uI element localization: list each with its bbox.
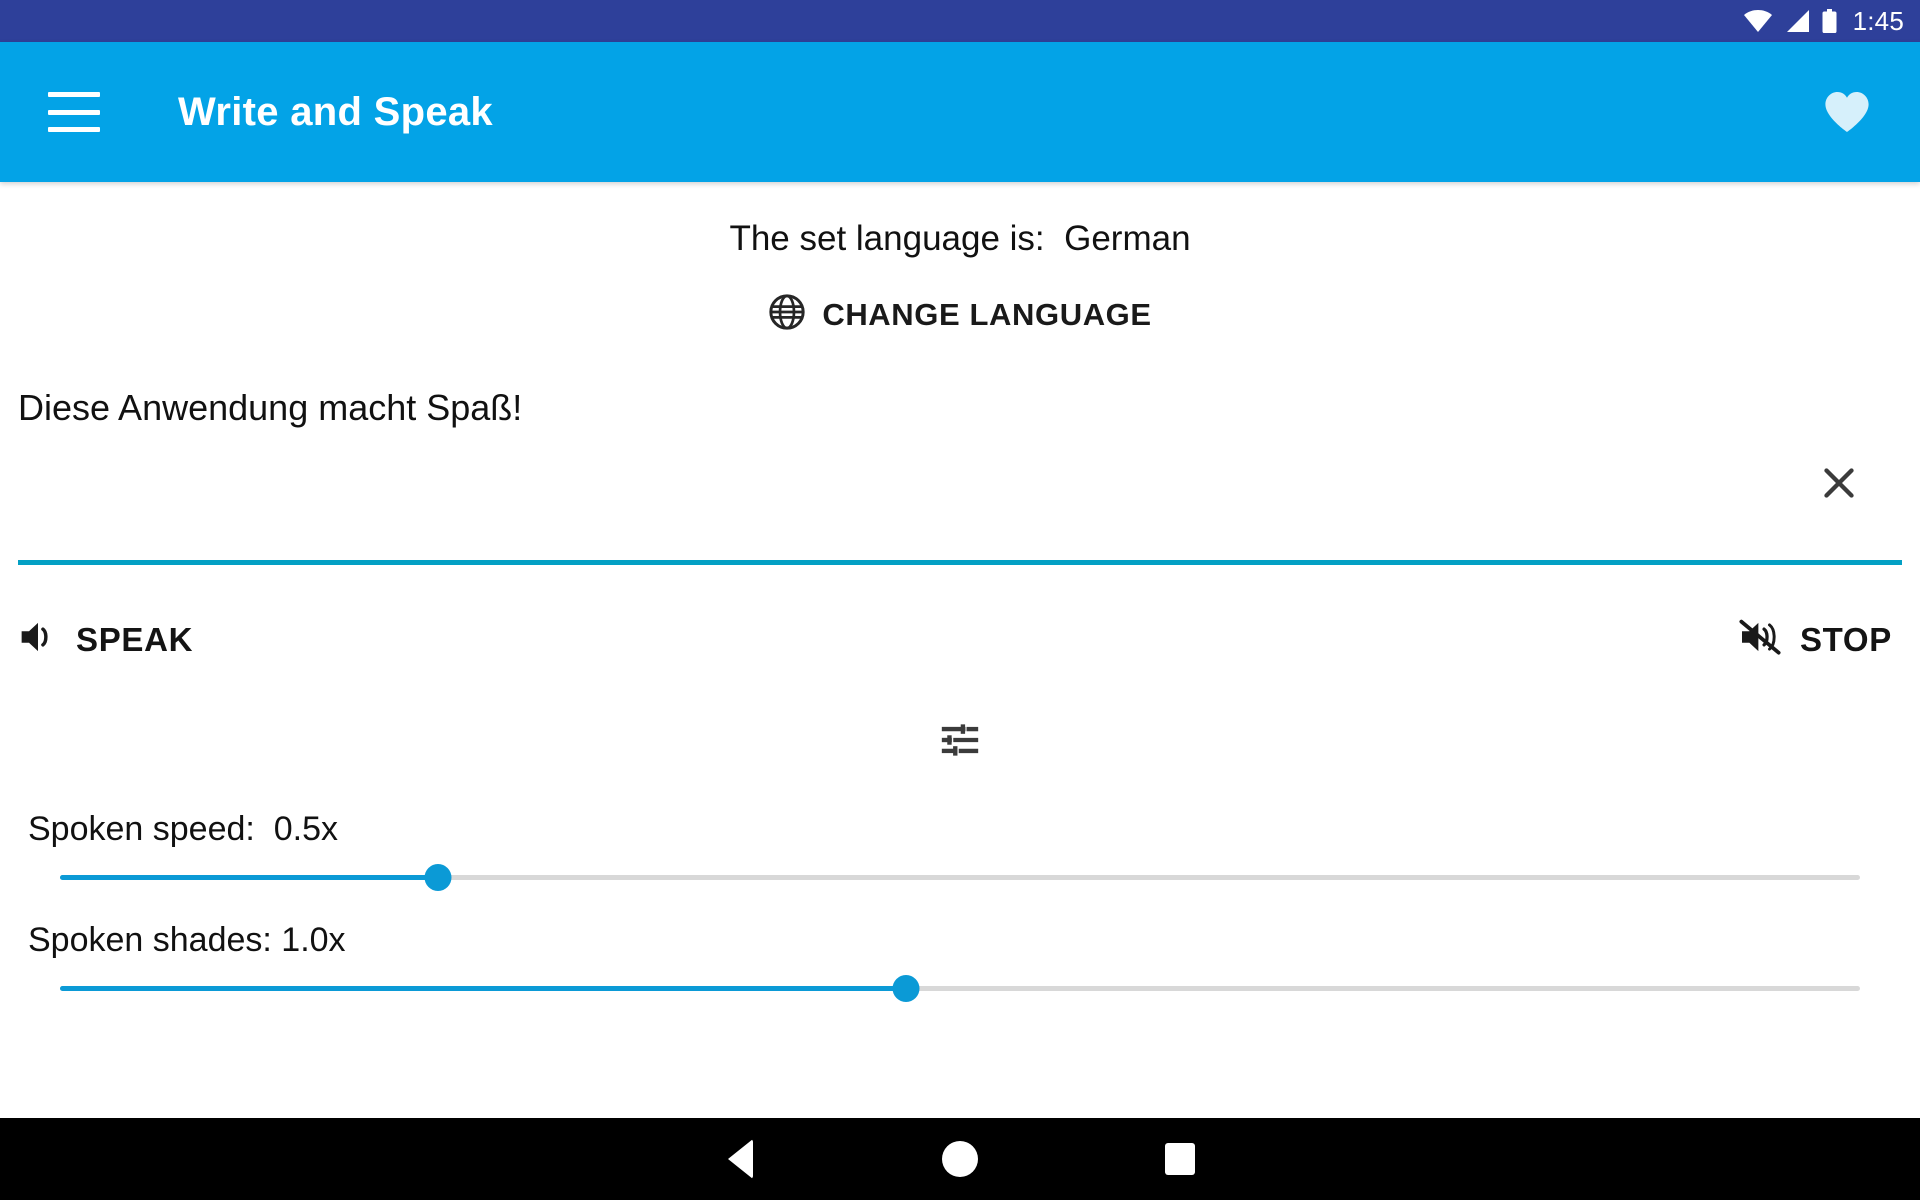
heart-icon[interactable] bbox=[1816, 81, 1878, 143]
spoken-speed-slider-block: Spoken speed: 0.5x bbox=[0, 810, 1920, 899]
spoken-speed-fill bbox=[60, 875, 438, 880]
main-content: The set language is: German CHANGE LANGU… bbox=[0, 182, 1920, 1118]
close-x-icon[interactable] bbox=[1814, 458, 1864, 508]
globe-icon bbox=[768, 293, 806, 336]
text-input-value[interactable]: Diese Anwendung macht Spaß! bbox=[18, 380, 1902, 429]
spoken-speed-thumb[interactable] bbox=[424, 864, 452, 891]
change-language-button[interactable]: CHANGE LANGUAGE bbox=[0, 293, 1920, 336]
change-language-label: CHANGE LANGUAGE bbox=[822, 296, 1152, 332]
spoken-speed-slider[interactable] bbox=[60, 855, 1860, 899]
cellular-signal-icon bbox=[1785, 10, 1809, 32]
back-triangle-icon[interactable] bbox=[630, 1118, 850, 1200]
spoken-shades-label: Spoken shades: 1.0x bbox=[28, 921, 346, 959]
page-title: Write and Speak bbox=[178, 89, 493, 134]
volume-off-icon bbox=[1738, 619, 1782, 660]
speak-label: SPEAK bbox=[76, 620, 194, 658]
volume-up-icon bbox=[18, 619, 58, 660]
app-bar: Write and Speak bbox=[0, 42, 1920, 182]
speak-button[interactable]: SPEAK bbox=[18, 619, 193, 660]
home-circle-icon[interactable] bbox=[850, 1118, 1070, 1200]
spoken-shades-slider-block: Spoken shades: 1.0x bbox=[0, 921, 1920, 1010]
status-bar: 1:45 bbox=[0, 0, 1920, 42]
app-root: 1:45 Write and Speak The set language is… bbox=[0, 0, 1920, 1200]
language-status-text: The set language is: German bbox=[729, 219, 1191, 258]
recents-square-icon[interactable] bbox=[1070, 1118, 1290, 1200]
spoken-speed-label: Spoken speed: 0.5x bbox=[28, 810, 339, 848]
stop-button[interactable]: STOP bbox=[1738, 619, 1892, 660]
wifi-icon bbox=[1743, 10, 1772, 32]
android-navigation-bar bbox=[0, 1118, 1920, 1200]
stop-label: STOP bbox=[1799, 620, 1892, 658]
tune-row bbox=[0, 712, 1920, 768]
spoken-shades-fill bbox=[60, 986, 906, 991]
text-input-underline bbox=[18, 560, 1902, 565]
spoken-shades-slider[interactable] bbox=[60, 966, 1860, 1010]
status-icons: 1:45 bbox=[1743, 6, 1904, 36]
tune-sliders-icon[interactable] bbox=[932, 712, 988, 768]
action-row: SPEAK STOP bbox=[18, 619, 1892, 660]
hamburger-menu-icon[interactable] bbox=[48, 92, 100, 132]
text-input-region[interactable]: Diese Anwendung macht Spaß! bbox=[18, 380, 1902, 565]
spoken-shades-thumb[interactable] bbox=[892, 975, 920, 1002]
battery-icon bbox=[1822, 9, 1837, 33]
status-bar-time: 1:45 bbox=[1852, 6, 1904, 36]
